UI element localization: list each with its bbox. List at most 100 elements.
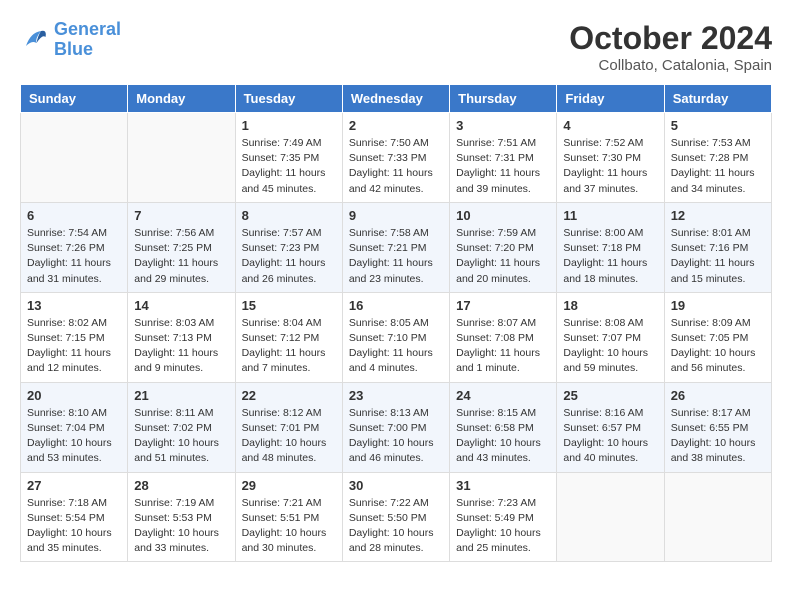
day-info: Sunrise: 7:52 AM Sunset: 7:30 PM Dayligh… <box>563 136 657 197</box>
logo: General Blue <box>20 20 121 60</box>
calendar-cell: 16Sunrise: 8:05 AM Sunset: 7:10 PM Dayli… <box>342 292 449 382</box>
calendar-cell: 27Sunrise: 7:18 AM Sunset: 5:54 PM Dayli… <box>21 472 128 562</box>
calendar-week-3: 13 Sunrise: 8:02 AM Sunset: 7:15 PM Dayli… <box>21 292 772 382</box>
day-number: 19 <box>671 298 765 313</box>
calendar-cell: 2 Sunrise: 7:50 AM Sunset: 7:33 PM Daylig… <box>342 113 449 203</box>
calendar-cell: 23 Sunrise: 8:13 AM Sunset: 7:00 PM Dayli… <box>342 382 449 472</box>
page-header: General Blue October 2024 Collbato, Cata… <box>20 20 772 74</box>
day-info: Sunrise: 7:50 AM Sunset: 7:33 PM Dayligh… <box>349 136 443 197</box>
title-section: October 2024 Collbato, Catalonia, Spain <box>569 20 772 74</box>
calendar-cell: 3 Sunrise: 7:51 AM Sunset: 7:31 PM Daylig… <box>450 113 557 203</box>
day-number: 24 <box>456 388 550 403</box>
calendar-cell: 9 Sunrise: 7:58 AM Sunset: 7:21 PM Daylig… <box>342 202 449 292</box>
day-info: Sunrise: 7:59 AM Sunset: 7:20 PM Dayligh… <box>456 226 550 287</box>
day-number: 6 <box>27 208 121 223</box>
calendar-cell: 8 Sunrise: 7:57 AM Sunset: 7:23 PM Daylig… <box>235 202 342 292</box>
day-number: 12 <box>671 208 765 223</box>
calendar-cell: 22Sunrise: 8:12 AM Sunset: 7:01 PM Dayli… <box>235 382 342 472</box>
day-number: 14 <box>134 298 228 313</box>
calendar-cell: 4Sunrise: 7:52 AM Sunset: 7:30 PM Daylig… <box>557 113 664 203</box>
day-number: 15 <box>242 298 336 313</box>
calendar-week-1: 1 Sunrise: 7:49 AM Sunset: 7:35 PM Daylig… <box>21 113 772 203</box>
calendar-week-4: 20 Sunrise: 8:10 AM Sunset: 7:04 PM Dayli… <box>21 382 772 472</box>
calendar-cell: 15 Sunrise: 8:04 AM Sunset: 7:12 PM Dayli… <box>235 292 342 382</box>
day-info: Sunrise: 8:13 AM Sunset: 7:00 PM Dayligh… <box>349 406 443 467</box>
day-number: 8 <box>242 208 336 223</box>
calendar-week-2: 6Sunrise: 7:54 AM Sunset: 7:26 PM Daylig… <box>21 202 772 292</box>
day-info: Sunrise: 7:22 AM Sunset: 5:50 PM Dayligh… <box>349 496 443 557</box>
calendar-cell <box>21 113 128 203</box>
calendar-cell: 25Sunrise: 8:16 AM Sunset: 6:57 PM Dayli… <box>557 382 664 472</box>
calendar-cell: 1 Sunrise: 7:49 AM Sunset: 7:35 PM Daylig… <box>235 113 342 203</box>
month-title: October 2024 <box>569 20 772 57</box>
day-info: Sunrise: 7:49 AM Sunset: 7:35 PM Dayligh… <box>242 136 336 197</box>
calendar-cell: 19Sunrise: 8:09 AM Sunset: 7:05 PM Dayli… <box>664 292 771 382</box>
day-number: 11 <box>563 208 657 223</box>
calendar-cell: 26 Sunrise: 8:17 AM Sunset: 6:55 PM Dayli… <box>664 382 771 472</box>
logo-icon <box>20 25 50 55</box>
column-header-sunday: Sunday <box>21 85 128 113</box>
day-number: 10 <box>456 208 550 223</box>
day-info: Sunrise: 7:56 AM Sunset: 7:25 PM Dayligh… <box>134 226 228 287</box>
day-info: Sunrise: 8:07 AM Sunset: 7:08 PM Dayligh… <box>456 316 550 377</box>
day-number: 31 <box>456 478 550 493</box>
day-number: 7 <box>134 208 228 223</box>
day-number: 28 <box>134 478 228 493</box>
day-number: 21 <box>134 388 228 403</box>
day-info: Sunrise: 8:10 AM Sunset: 7:04 PM Dayligh… <box>27 406 121 467</box>
day-info: Sunrise: 8:08 AM Sunset: 7:07 PM Dayligh… <box>563 316 657 377</box>
column-header-wednesday: Wednesday <box>342 85 449 113</box>
day-number: 20 <box>27 388 121 403</box>
day-number: 1 <box>242 118 336 133</box>
day-number: 30 <box>349 478 443 493</box>
day-info: Sunrise: 7:18 AM Sunset: 5:54 PM Dayligh… <box>27 496 121 557</box>
day-number: 26 <box>671 388 765 403</box>
column-header-monday: Monday <box>128 85 235 113</box>
calendar-cell: 29Sunrise: 7:21 AM Sunset: 5:51 PM Dayli… <box>235 472 342 562</box>
calendar-cell: 14 Sunrise: 8:03 AM Sunset: 7:13 PM Dayli… <box>128 292 235 382</box>
calendar-cell <box>557 472 664 562</box>
day-info: Sunrise: 7:23 AM Sunset: 5:49 PM Dayligh… <box>456 496 550 557</box>
day-number: 13 <box>27 298 121 313</box>
day-number: 3 <box>456 118 550 133</box>
calendar-cell: 13 Sunrise: 8:02 AM Sunset: 7:15 PM Dayli… <box>21 292 128 382</box>
calendar-cell: 24 Sunrise: 8:15 AM Sunset: 6:58 PM Dayli… <box>450 382 557 472</box>
day-number: 17 <box>456 298 550 313</box>
day-info: Sunrise: 8:02 AM Sunset: 7:15 PM Dayligh… <box>27 316 121 377</box>
calendar-cell: 5Sunrise: 7:53 AM Sunset: 7:28 PM Daylig… <box>664 113 771 203</box>
calendar-cell: 20 Sunrise: 8:10 AM Sunset: 7:04 PM Dayli… <box>21 382 128 472</box>
day-info: Sunrise: 7:58 AM Sunset: 7:21 PM Dayligh… <box>349 226 443 287</box>
day-number: 2 <box>349 118 443 133</box>
day-number: 23 <box>349 388 443 403</box>
day-info: Sunrise: 7:53 AM Sunset: 7:28 PM Dayligh… <box>671 136 765 197</box>
day-info: Sunrise: 8:12 AM Sunset: 7:01 PM Dayligh… <box>242 406 336 467</box>
column-header-friday: Friday <box>557 85 664 113</box>
day-info: Sunrise: 8:17 AM Sunset: 6:55 PM Dayligh… <box>671 406 765 467</box>
calendar-cell: 21Sunrise: 8:11 AM Sunset: 7:02 PM Dayli… <box>128 382 235 472</box>
day-info: Sunrise: 8:15 AM Sunset: 6:58 PM Dayligh… <box>456 406 550 467</box>
calendar-cell: 6Sunrise: 7:54 AM Sunset: 7:26 PM Daylig… <box>21 202 128 292</box>
day-info: Sunrise: 7:21 AM Sunset: 5:51 PM Dayligh… <box>242 496 336 557</box>
calendar-week-5: 27Sunrise: 7:18 AM Sunset: 5:54 PM Dayli… <box>21 472 772 562</box>
day-number: 9 <box>349 208 443 223</box>
column-header-saturday: Saturday <box>664 85 771 113</box>
calendar-cell: 31 Sunrise: 7:23 AM Sunset: 5:49 PM Dayli… <box>450 472 557 562</box>
day-info: Sunrise: 8:01 AM Sunset: 7:16 PM Dayligh… <box>671 226 765 287</box>
day-info: Sunrise: 8:03 AM Sunset: 7:13 PM Dayligh… <box>134 316 228 377</box>
calendar-cell: 7 Sunrise: 7:56 AM Sunset: 7:25 PM Daylig… <box>128 202 235 292</box>
location-subtitle: Collbato, Catalonia, Spain <box>569 57 772 74</box>
calendar-table: SundayMondayTuesdayWednesdayThursdayFrid… <box>20 84 772 562</box>
day-number: 25 <box>563 388 657 403</box>
column-header-tuesday: Tuesday <box>235 85 342 113</box>
calendar-cell: 10 Sunrise: 7:59 AM Sunset: 7:20 PM Dayli… <box>450 202 557 292</box>
calendar-cell: 12 Sunrise: 8:01 AM Sunset: 7:16 PM Dayli… <box>664 202 771 292</box>
calendar-cell <box>128 113 235 203</box>
day-info: Sunrise: 8:00 AM Sunset: 7:18 PM Dayligh… <box>563 226 657 287</box>
day-number: 18 <box>563 298 657 313</box>
day-info: Sunrise: 7:57 AM Sunset: 7:23 PM Dayligh… <box>242 226 336 287</box>
day-info: Sunrise: 8:05 AM Sunset: 7:10 PM Dayligh… <box>349 316 443 377</box>
calendar-cell: 17 Sunrise: 8:07 AM Sunset: 7:08 PM Dayli… <box>450 292 557 382</box>
day-info: Sunrise: 7:51 AM Sunset: 7:31 PM Dayligh… <box>456 136 550 197</box>
day-info: Sunrise: 8:04 AM Sunset: 7:12 PM Dayligh… <box>242 316 336 377</box>
calendar-header-row: SundayMondayTuesdayWednesdayThursdayFrid… <box>21 85 772 113</box>
